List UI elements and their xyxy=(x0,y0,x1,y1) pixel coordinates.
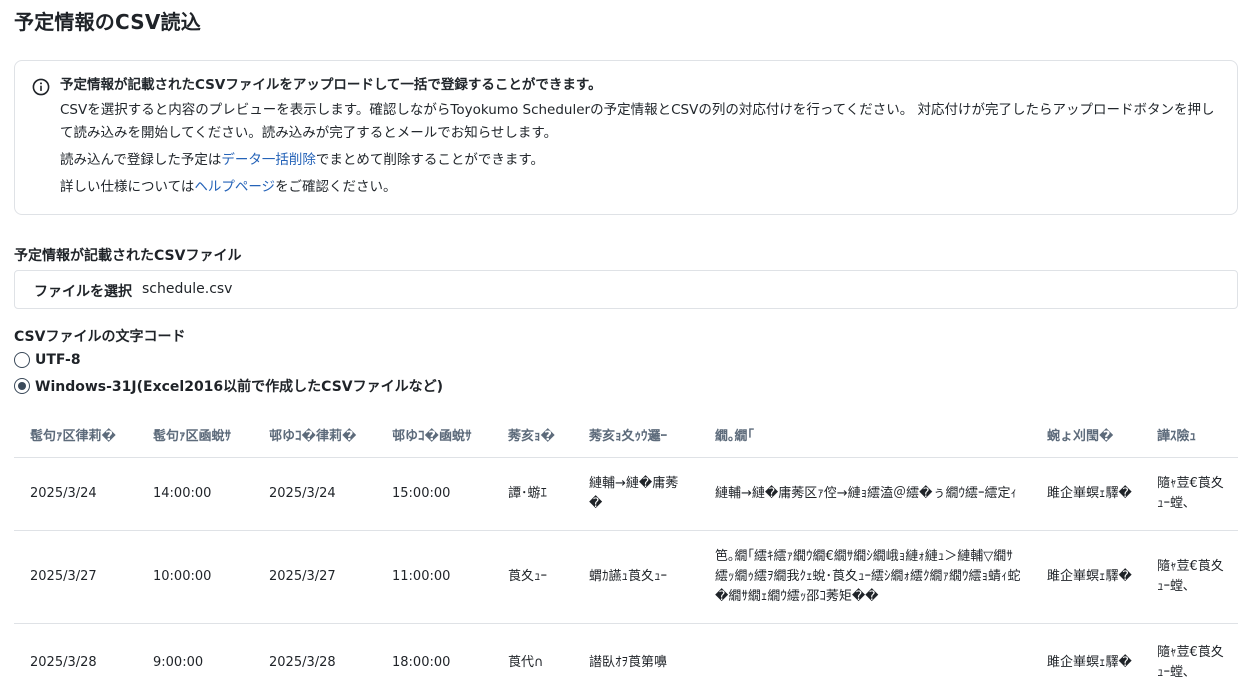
table-cell: 隨ｬ荳€莨夊ｭｰ螳､ xyxy=(1141,457,1238,531)
table-cell: 笆｡繝｢繧ｷ繧ｧ繝ｳ繝€繝ｻ繝ｼ繝峨ｮ縺ｫ縺ｭ＞縺輔▽繝ｻ繧ｯ繝ｩ繧ｦ繝我ｸｪ蛻… xyxy=(699,530,1031,624)
encoding-label: CSVファイルの文字コード xyxy=(14,329,186,345)
table-cell: 2025/3/28 xyxy=(253,623,376,696)
info-lead: 予定情報が記載されたCSVファイルをアップロードして一括で登録することができます… xyxy=(60,77,602,93)
table-cell: 2025/3/24 xyxy=(253,457,376,531)
help-suffix: をご確認ください。 xyxy=(275,179,397,195)
column-header: 髢句ｧ区律莉� xyxy=(14,412,137,458)
table-row: 2025/3/24 14:00:00 2025/3/24 15:00:00 譚･… xyxy=(14,457,1238,531)
table-cell: 9:00:00 xyxy=(137,623,253,696)
table-cell: 譛臥ｵｦ莨第嚊 xyxy=(573,623,699,696)
table-cell: 縺輔→縺�庸莠区ｧ倥→縺ｮ繧溘＠繧�ぅ繝ｳ繧ｰ繧定ｨ xyxy=(699,457,1031,531)
radio-unchecked-icon[interactable] xyxy=(14,352,30,368)
table-header-row: 髢句ｧ区律莉� 髢句ｧ区凾蛻ｻ 邨ゆｺ�律莉� 邨ゆｺ�凾蛻ｻ 莠亥ｮ� 莠亥ｮ… xyxy=(14,412,1238,458)
encoding-option-label: Windows-31J(Excel2016以前で作成したCSVファイルなど) xyxy=(35,379,444,395)
help-page-link[interactable]: ヘルプページ xyxy=(194,179,275,195)
info-help-note: 詳しい仕様についてはヘルプページをご確認ください。 xyxy=(60,176,1225,199)
column-header: 邨ゆｺ�凾蛻ｻ xyxy=(376,412,492,458)
table-cell: 縺輔→縺�庸莠� xyxy=(573,457,699,531)
table-cell: 2025/3/27 xyxy=(14,530,137,624)
help-prefix: 詳しい仕様については xyxy=(60,179,195,195)
table-row: 2025/3/28 9:00:00 2025/3/28 18:00:00 莨代∩… xyxy=(14,623,1238,696)
table-cell: 隨ｬ荳€莨夊ｭｰ螳､ xyxy=(1141,530,1238,624)
table-cell: 18:00:00 xyxy=(376,623,492,696)
delete-suffix: でまとめて削除することができます。 xyxy=(315,152,544,168)
table-cell: 11:00:00 xyxy=(376,530,492,624)
table-cell: 雎企崋螟ｪ驛� xyxy=(1031,623,1141,696)
encoding-option-utf8[interactable]: UTF-8 xyxy=(14,352,81,368)
info-paragraph: CSVを選択すると内容のプレビューを表示します。確認しながらToyokumo S… xyxy=(60,102,1215,141)
table-cell: 2025/3/28 xyxy=(14,623,137,696)
column-header: 譁ｽ險ｭ xyxy=(1141,412,1238,458)
csv-preview-table: 髢句ｧ区律莉� 髢句ｧ区凾蛻ｻ 邨ゆｺ�律莉� 邨ゆｺ�凾蛻ｻ 莠亥ｮ� 莠亥ｮ… xyxy=(14,412,1238,696)
table-cell: 15:00:00 xyxy=(376,457,492,531)
bulk-delete-link[interactable]: データ一括削除 xyxy=(221,152,316,168)
column-header: 莠亥ｮ� xyxy=(492,412,573,458)
encoding-option-label: UTF-8 xyxy=(35,352,81,368)
column-header: 莠亥ｮ夊ｩｳ邏ｰ xyxy=(573,412,699,458)
delete-prefix: 読み込んで登録した予定は xyxy=(60,152,222,168)
table-cell: 10:00:00 xyxy=(137,530,253,624)
page-title: 予定情報のCSV読込 xyxy=(14,10,201,34)
info-icon xyxy=(32,78,50,96)
table-cell: 雎企崋螟ｪ驛� xyxy=(1031,457,1141,531)
selected-file-name: schedule.csv xyxy=(142,281,233,297)
file-input[interactable]: ファイルを選択 schedule.csv xyxy=(14,270,1238,309)
table-cell: 14:00:00 xyxy=(137,457,253,531)
info-delete-note: 読み込んで登録した予定はデータ一括削除でまとめて削除することができます。 xyxy=(60,149,1225,172)
column-header: 髢句ｧ区凾蛻ｻ xyxy=(137,412,253,458)
encoding-option-windows31j[interactable]: Windows-31J(Excel2016以前で作成したCSVファイルなど) xyxy=(14,376,443,396)
table-cell: 蝟ｶ讌ｭ莨夊ｭｰ xyxy=(573,530,699,624)
column-header: 蜿ょ刈閠� xyxy=(1031,412,1141,458)
column-header: 繝｡繝｢ xyxy=(699,412,1031,458)
table-cell: 莨代∩ xyxy=(492,623,573,696)
table-cell: 譚･蝣ｴ xyxy=(492,457,573,531)
choose-file-button[interactable]: ファイルを選択 xyxy=(34,281,132,301)
info-box: 予定情報が記載されたCSVファイルをアップロードして一括で登録することができます… xyxy=(14,60,1238,215)
column-header: 邨ゆｺ�律莉� xyxy=(253,412,376,458)
csv-file-label: 予定情報が記載されたCSVファイル xyxy=(14,248,242,264)
table-cell: 雎企崋螟ｪ驛� xyxy=(1031,530,1141,624)
table-row: 2025/3/27 10:00:00 2025/3/27 11:00:00 莨夊… xyxy=(14,530,1238,624)
radio-checked-icon[interactable] xyxy=(14,378,30,394)
table-cell: 2025/3/27 xyxy=(253,530,376,624)
table-cell: 莨夊ｭｰ xyxy=(492,530,573,624)
table-cell: 隨ｬ荳€莨夊ｭｰ螳､ xyxy=(1141,623,1238,696)
table-cell xyxy=(699,623,1031,696)
table-cell: 2025/3/24 xyxy=(14,457,137,531)
